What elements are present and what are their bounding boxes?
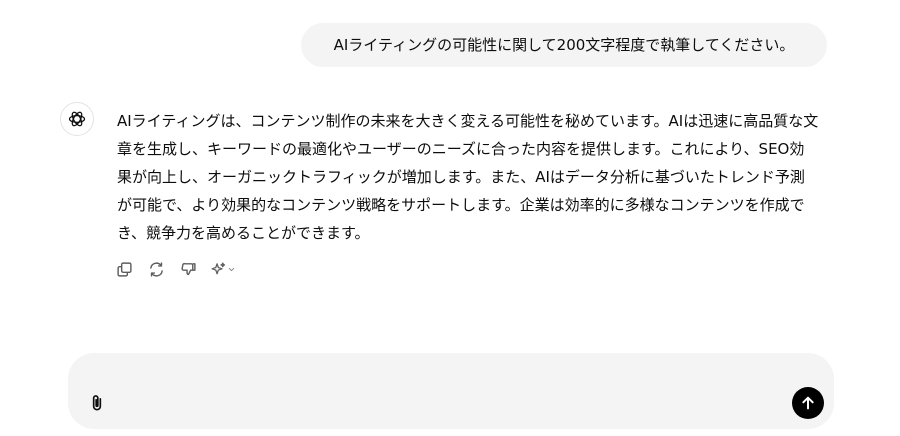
regenerate-icon: [149, 261, 163, 277]
message-actions: [114, 258, 240, 280]
assistant-avatar: [60, 102, 94, 136]
user-message-text: AIライティングの可能性に関して200文字程度で執筆してください。: [333, 36, 795, 54]
thumbs-down-button[interactable]: [178, 259, 198, 279]
openai-logo-icon: [68, 111, 86, 127]
arrow-up-icon: [802, 396, 814, 410]
assistant-message-text: AIライティングは、コンテンツ制作の未来を大きく変える可能性を秘めています。AI…: [117, 112, 819, 242]
chevron-down-icon: [228, 267, 235, 271]
copy-button[interactable]: [114, 259, 134, 279]
switch-model-button[interactable]: [210, 259, 240, 279]
message-composer: [68, 353, 834, 429]
copy-icon: [116, 261, 132, 277]
paperclip-icon: [92, 395, 102, 411]
message-input[interactable]: [118, 367, 782, 393]
attach-file-button[interactable]: [85, 391, 109, 415]
user-message-bubble: AIライティングの可能性に関して200文字程度で執筆してください。: [301, 23, 827, 67]
thumbs-down-icon: [180, 262, 196, 275]
regenerate-button[interactable]: [146, 259, 166, 279]
send-button[interactable]: [792, 387, 824, 419]
sparkle-model-icon: [211, 261, 226, 274]
